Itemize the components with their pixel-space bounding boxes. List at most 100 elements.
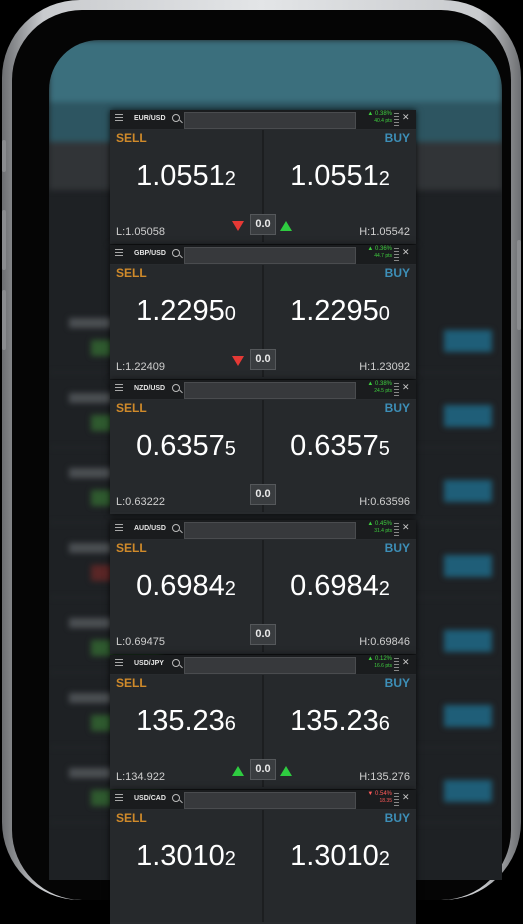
change-percent: ▲ 0.38%	[367, 111, 392, 117]
drag-handle-icon[interactable]	[394, 793, 399, 806]
change-points: 40.4 pts	[374, 118, 392, 124]
symbol-search-input[interactable]	[184, 382, 356, 399]
buy-label: BUY	[384, 541, 410, 555]
daily-high: H:1.05542	[359, 226, 410, 238]
menu-icon[interactable]	[115, 384, 123, 385]
symbol-label: USD/JPY	[134, 660, 164, 667]
search-icon[interactable]	[172, 384, 180, 392]
sell-button[interactable]: SELL 0.69842 L:0.69475	[110, 540, 262, 652]
daily-change: ▼ 0.54% 18.35	[358, 791, 392, 807]
buy-button[interactable]: BUY 1.22950 H:1.23092	[264, 265, 416, 377]
sell-price: 1.22950	[136, 295, 236, 327]
change-points: 16.6 pts	[374, 663, 392, 669]
menu-icon[interactable]	[115, 794, 123, 795]
search-icon[interactable]	[172, 659, 180, 667]
sell-button[interactable]: SELL 0.63575 L:0.63222	[110, 400, 262, 512]
sell-label: SELL	[116, 266, 147, 280]
symbol-label: EUR/USD	[134, 115, 166, 122]
daily-high: H:0.63596	[359, 496, 410, 508]
buy-price: 1.22950	[290, 295, 390, 327]
symbol-label: GBP/USD	[134, 250, 166, 257]
drag-handle-icon[interactable]	[394, 248, 399, 261]
spread-value: 0.0	[250, 759, 276, 780]
change-percent: ▲ 0.45%	[367, 521, 392, 527]
daily-high: H:0.69846	[359, 636, 410, 648]
buy-label: BUY	[384, 401, 410, 415]
sell-label: SELL	[116, 541, 147, 555]
menu-icon[interactable]	[115, 659, 123, 660]
change-percent: ▲ 0.38%	[367, 381, 392, 387]
spread-value: 0.0	[250, 349, 276, 370]
symbol-search-input[interactable]	[184, 657, 356, 674]
change-percent: ▲ 0.12%	[367, 656, 392, 662]
sell-price: 1.30102	[136, 840, 236, 872]
power-button	[517, 240, 521, 330]
search-icon[interactable]	[172, 114, 180, 122]
close-icon[interactable]: ✕	[402, 382, 410, 393]
sell-price: 1.05512	[136, 160, 236, 192]
close-icon[interactable]: ✕	[402, 247, 410, 258]
sell-button[interactable]: SELL 1.30102	[110, 810, 262, 922]
spread-value: 0.0	[250, 214, 276, 235]
close-icon[interactable]: ✕	[402, 792, 410, 803]
mute-switch	[2, 140, 6, 172]
sell-price: 0.69842	[136, 570, 236, 602]
drag-handle-icon[interactable]	[394, 523, 399, 536]
daily-low: L:134.922	[116, 771, 165, 783]
tick-arrow-icon	[232, 221, 244, 231]
widget-header: EUR/USD ▲ 0.38% 40.4 pts ✕	[110, 110, 416, 129]
trade-ticket-widget: NZD/USD ▲ 0.38% 24.5 pts ✕ SELL 0.63575 …	[110, 380, 416, 514]
daily-low: L:1.22409	[116, 361, 165, 373]
trade-ticket-widget: AUD/USD ▲ 0.45% 31.4 pts ✕ SELL 0.69842 …	[110, 520, 416, 654]
menu-icon[interactable]	[115, 114, 123, 115]
buy-label: BUY	[384, 676, 410, 690]
widget-header: NZD/USD ▲ 0.38% 24.5 pts ✕	[110, 380, 416, 399]
buy-button[interactable]: BUY 0.69842 H:0.69846	[264, 540, 416, 652]
widget-header: USD/CAD ▼ 0.54% 18.35 ✕	[110, 790, 416, 809]
sell-label: SELL	[116, 676, 147, 690]
drag-handle-icon[interactable]	[394, 383, 399, 396]
buy-button[interactable]: BUY 1.30102	[264, 810, 416, 922]
trade-ticket-widget: USD/JPY ▲ 0.12% 16.6 pts ✕ SELL 135.236 …	[110, 655, 416, 789]
volume-down-button	[2, 290, 6, 350]
symbol-search-input[interactable]	[184, 522, 356, 539]
widget-header: AUD/USD ▲ 0.45% 31.4 pts ✕	[110, 520, 416, 539]
widget-header: GBP/USD ▲ 0.36% 44.7 pts ✕	[110, 245, 416, 264]
daily-change: ▲ 0.45% 31.4 pts	[358, 521, 392, 537]
volume-up-button	[2, 210, 6, 270]
spread-value: 0.0	[250, 624, 276, 645]
close-icon[interactable]: ✕	[402, 657, 410, 668]
symbol-label: AUD/USD	[134, 525, 166, 532]
menu-icon[interactable]	[115, 524, 123, 525]
change-points: 24.5 pts	[374, 388, 392, 394]
drag-handle-icon[interactable]	[394, 658, 399, 671]
menu-icon[interactable]	[115, 249, 123, 250]
buy-label: BUY	[384, 811, 410, 825]
change-percent: ▲ 0.36%	[367, 246, 392, 252]
trade-ticket-widget: USD/CAD ▼ 0.54% 18.35 ✕ SELL 1.30102 BUY…	[110, 790, 416, 924]
drag-handle-icon[interactable]	[394, 113, 399, 126]
daily-low: L:0.63222	[116, 496, 165, 508]
symbol-search-input[interactable]	[184, 792, 356, 809]
daily-change: ▲ 0.38% 24.5 pts	[358, 381, 392, 397]
daily-change: ▲ 0.12% 16.6 pts	[358, 656, 392, 672]
daily-high: H:1.23092	[359, 361, 410, 373]
daily-low: L:1.05058	[116, 226, 165, 238]
buy-label: BUY	[384, 266, 410, 280]
widget-header: USD/JPY ▲ 0.12% 16.6 pts ✕	[110, 655, 416, 674]
search-icon[interactable]	[172, 249, 180, 257]
search-icon[interactable]	[172, 794, 180, 802]
close-icon[interactable]: ✕	[402, 522, 410, 533]
symbol-search-input[interactable]	[184, 112, 356, 129]
buy-price: 135.236	[290, 705, 390, 737]
spread-value: 0.0	[250, 484, 276, 505]
symbol-search-input[interactable]	[184, 247, 356, 264]
close-icon[interactable]: ✕	[402, 112, 410, 123]
search-icon[interactable]	[172, 524, 180, 532]
bg-header	[49, 40, 502, 102]
sell-label: SELL	[116, 401, 147, 415]
daily-change: ▲ 0.38% 40.4 pts	[358, 111, 392, 127]
tick-arrow-icon	[232, 356, 244, 366]
buy-button[interactable]: BUY 0.63575 H:0.63596	[264, 400, 416, 512]
buy-price: 0.69842	[290, 570, 390, 602]
